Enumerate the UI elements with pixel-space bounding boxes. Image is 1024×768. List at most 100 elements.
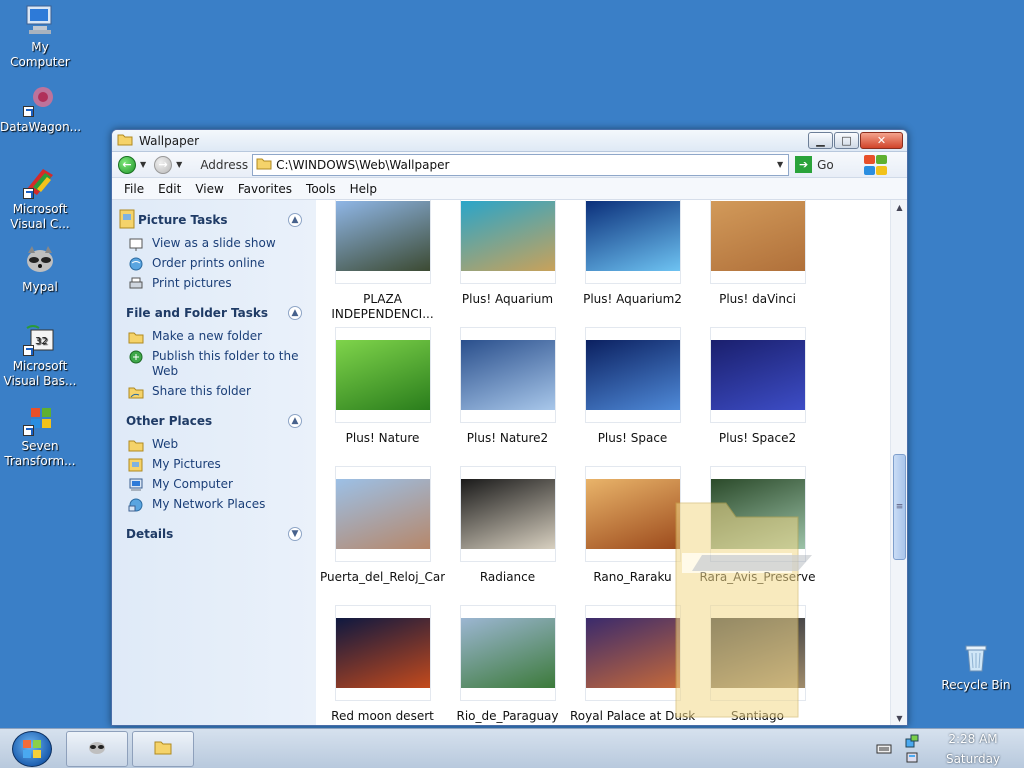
taskbar-clock[interactable]: 2:28 AM Saturday (928, 729, 1018, 768)
task-publish-web[interactable]: Publish this folder to the Web (126, 349, 306, 379)
menu-help[interactable]: Help (350, 182, 377, 196)
vertical-scrollbar[interactable]: ▲ ≡ ▼ (890, 200, 907, 725)
place-my-pictures[interactable]: My Pictures (126, 457, 306, 472)
desktop-icon-visual-c[interactable]: Microsoft Visual C... (0, 165, 80, 232)
minimize-button[interactable]: ▁ (808, 132, 833, 149)
taskbar-explorer-button[interactable] (132, 730, 194, 767)
desktop-icon-label: DataWagon... (0, 120, 82, 134)
go-label: Go (817, 157, 834, 172)
file-item[interactable]: Puerta_del_Reloj_Car... (320, 466, 445, 585)
file-name: Rio_de_Paraguay (456, 709, 559, 723)
picture-tasks-header[interactable]: Picture Tasks ▲ (119, 209, 306, 230)
desktop-icon-my-computer[interactable]: My Computer (0, 3, 80, 70)
menu-tools[interactable]: Tools (306, 182, 336, 196)
folder-icon (117, 132, 133, 149)
maximize-button[interactable]: □ (834, 132, 859, 149)
file-item[interactable]: Rio_de_Paraguay (445, 605, 570, 724)
task-order-prints[interactable]: Order prints online (126, 256, 306, 271)
back-dropdown-icon[interactable]: ▼ (140, 160, 146, 169)
place-web[interactable]: Web (126, 437, 306, 452)
collapse-chevron-icon[interactable]: ▲ (288, 306, 302, 320)
file-name: Plus! Nature2 (466, 431, 549, 445)
file-item[interactable]: Royal Palace at Dusk (570, 605, 695, 724)
details-section: Details ▼ (126, 524, 306, 544)
thumbnail (459, 327, 556, 423)
address-dropdown-icon[interactable]: ▼ (772, 160, 788, 169)
file-item[interactable]: Plus! Nature (320, 327, 445, 446)
place-my-network[interactable]: My Network Places (126, 497, 306, 512)
desktop-icon-recycle-bin[interactable]: Recycle Bin (936, 641, 1016, 693)
menu-file[interactable]: File (124, 182, 144, 196)
file-item[interactable]: Plus! Space2 (695, 327, 820, 446)
arrow-left-icon: ← (122, 158, 132, 171)
file-item[interactable]: PLAZA INDEPENDENCI... (320, 200, 445, 322)
raccoon-icon (23, 243, 57, 277)
collapse-chevron-icon[interactable]: ▲ (288, 414, 302, 428)
task-print-pictures[interactable]: Print pictures (126, 276, 306, 291)
desktop-icon-label: My Computer (10, 40, 70, 69)
go-button[interactable]: ➔ Go (795, 156, 834, 173)
clock-time: 2:28 AM (948, 731, 998, 746)
volume-tray-icon[interactable] (904, 749, 920, 765)
computer-icon (23, 3, 57, 37)
scroll-up-icon[interactable]: ▲ (891, 200, 907, 214)
details-header[interactable]: Details ▼ (126, 524, 306, 544)
file-item[interactable]: Radiance (445, 466, 570, 585)
keyboard-icon[interactable] (876, 741, 892, 757)
desktop-icon-label: Microsoft Visual Bas... (3, 359, 77, 388)
thumbnail (584, 466, 681, 562)
desktop-icon-visual-basic[interactable]: 32 Microsoft Visual Bas... (0, 322, 80, 389)
file-view[interactable]: PLAZA INDEPENDENCI... Plus! Aquarium Plu… (316, 200, 907, 725)
task-view-slideshow[interactable]: View as a slide show (126, 236, 306, 251)
file-item[interactable]: Red moon desert (320, 605, 445, 724)
shortcut-arrow-icon (23, 345, 34, 356)
taskbar-mypal-button[interactable] (66, 730, 128, 767)
desktop-icon-datawagon[interactable]: DataWagon... (0, 83, 82, 135)
file-folder-tasks-header[interactable]: File and Folder Tasks ▲ (126, 303, 306, 323)
forward-button[interactable]: → (154, 155, 173, 174)
file-name: Plus! daVinci (719, 292, 796, 306)
thumbnail-image (710, 618, 805, 688)
file-name: Santiago (731, 709, 784, 723)
title-bar[interactable]: Wallpaper ▁ □ ✕ (112, 130, 907, 152)
thumbnail-image (710, 479, 805, 549)
back-button[interactable]: ← (118, 155, 136, 174)
place-my-computer[interactable]: My Computer (126, 477, 306, 492)
collapse-chevron-icon[interactable]: ▲ (288, 213, 302, 227)
forward-dropdown-icon[interactable]: ▼ (176, 160, 182, 169)
desktop-icon-mypal[interactable]: Mypal (0, 243, 80, 295)
shortcut-arrow-icon (23, 106, 34, 117)
file-item[interactable]: Plus! Space (570, 327, 695, 446)
desktop-icon-label: Mypal (22, 280, 58, 294)
menu-edit[interactable]: Edit (158, 182, 181, 196)
thumbnail (709, 605, 806, 701)
expand-chevron-icon[interactable]: ▼ (288, 527, 302, 541)
close-button[interactable]: ✕ (860, 132, 903, 149)
task-share-folder[interactable]: Share this folder (126, 384, 306, 399)
start-button[interactable] (12, 730, 52, 767)
task-new-folder[interactable]: Make a new folder (126, 329, 306, 344)
file-item[interactable]: Plus! Aquarium2 (570, 200, 695, 307)
explorer-window: Wallpaper ▁ □ ✕ ← ▼ → ▼ Address C:\WINDO… (111, 129, 908, 726)
other-places-header[interactable]: Other Places ▲ (126, 411, 306, 431)
menu-favorites[interactable]: Favorites (238, 182, 292, 196)
file-name: Plus! Nature (345, 431, 420, 445)
thumbnail-image (585, 618, 680, 688)
scroll-thumb[interactable]: ≡ (893, 454, 906, 560)
thumbnail-image (460, 340, 555, 410)
scroll-down-icon[interactable]: ▼ (891, 711, 907, 725)
file-name: Radiance (479, 570, 536, 584)
file-item[interactable]: Rara_Avis_Preserve (695, 466, 820, 585)
file-item[interactable]: Rano_Raraku (570, 466, 695, 585)
file-item[interactable]: Santiago (695, 605, 820, 724)
file-item[interactable]: Plus! Aquarium (445, 200, 570, 307)
computer-icon (128, 477, 144, 492)
file-item[interactable]: Plus! daVinci (695, 200, 820, 307)
desktop-icon-label: Recycle Bin (941, 678, 1011, 692)
desktop-icon-seven-transform[interactable]: Seven Transform... (0, 402, 80, 469)
menu-view[interactable]: View (195, 182, 223, 196)
file-item[interactable]: Plus! Nature2 (445, 327, 570, 446)
network-tray-icon[interactable] (904, 733, 920, 749)
address-input[interactable]: C:\WINDOWS\Web\Wallpaper ▼ (252, 153, 790, 176)
file-name: Rano_Raraku (593, 570, 672, 584)
